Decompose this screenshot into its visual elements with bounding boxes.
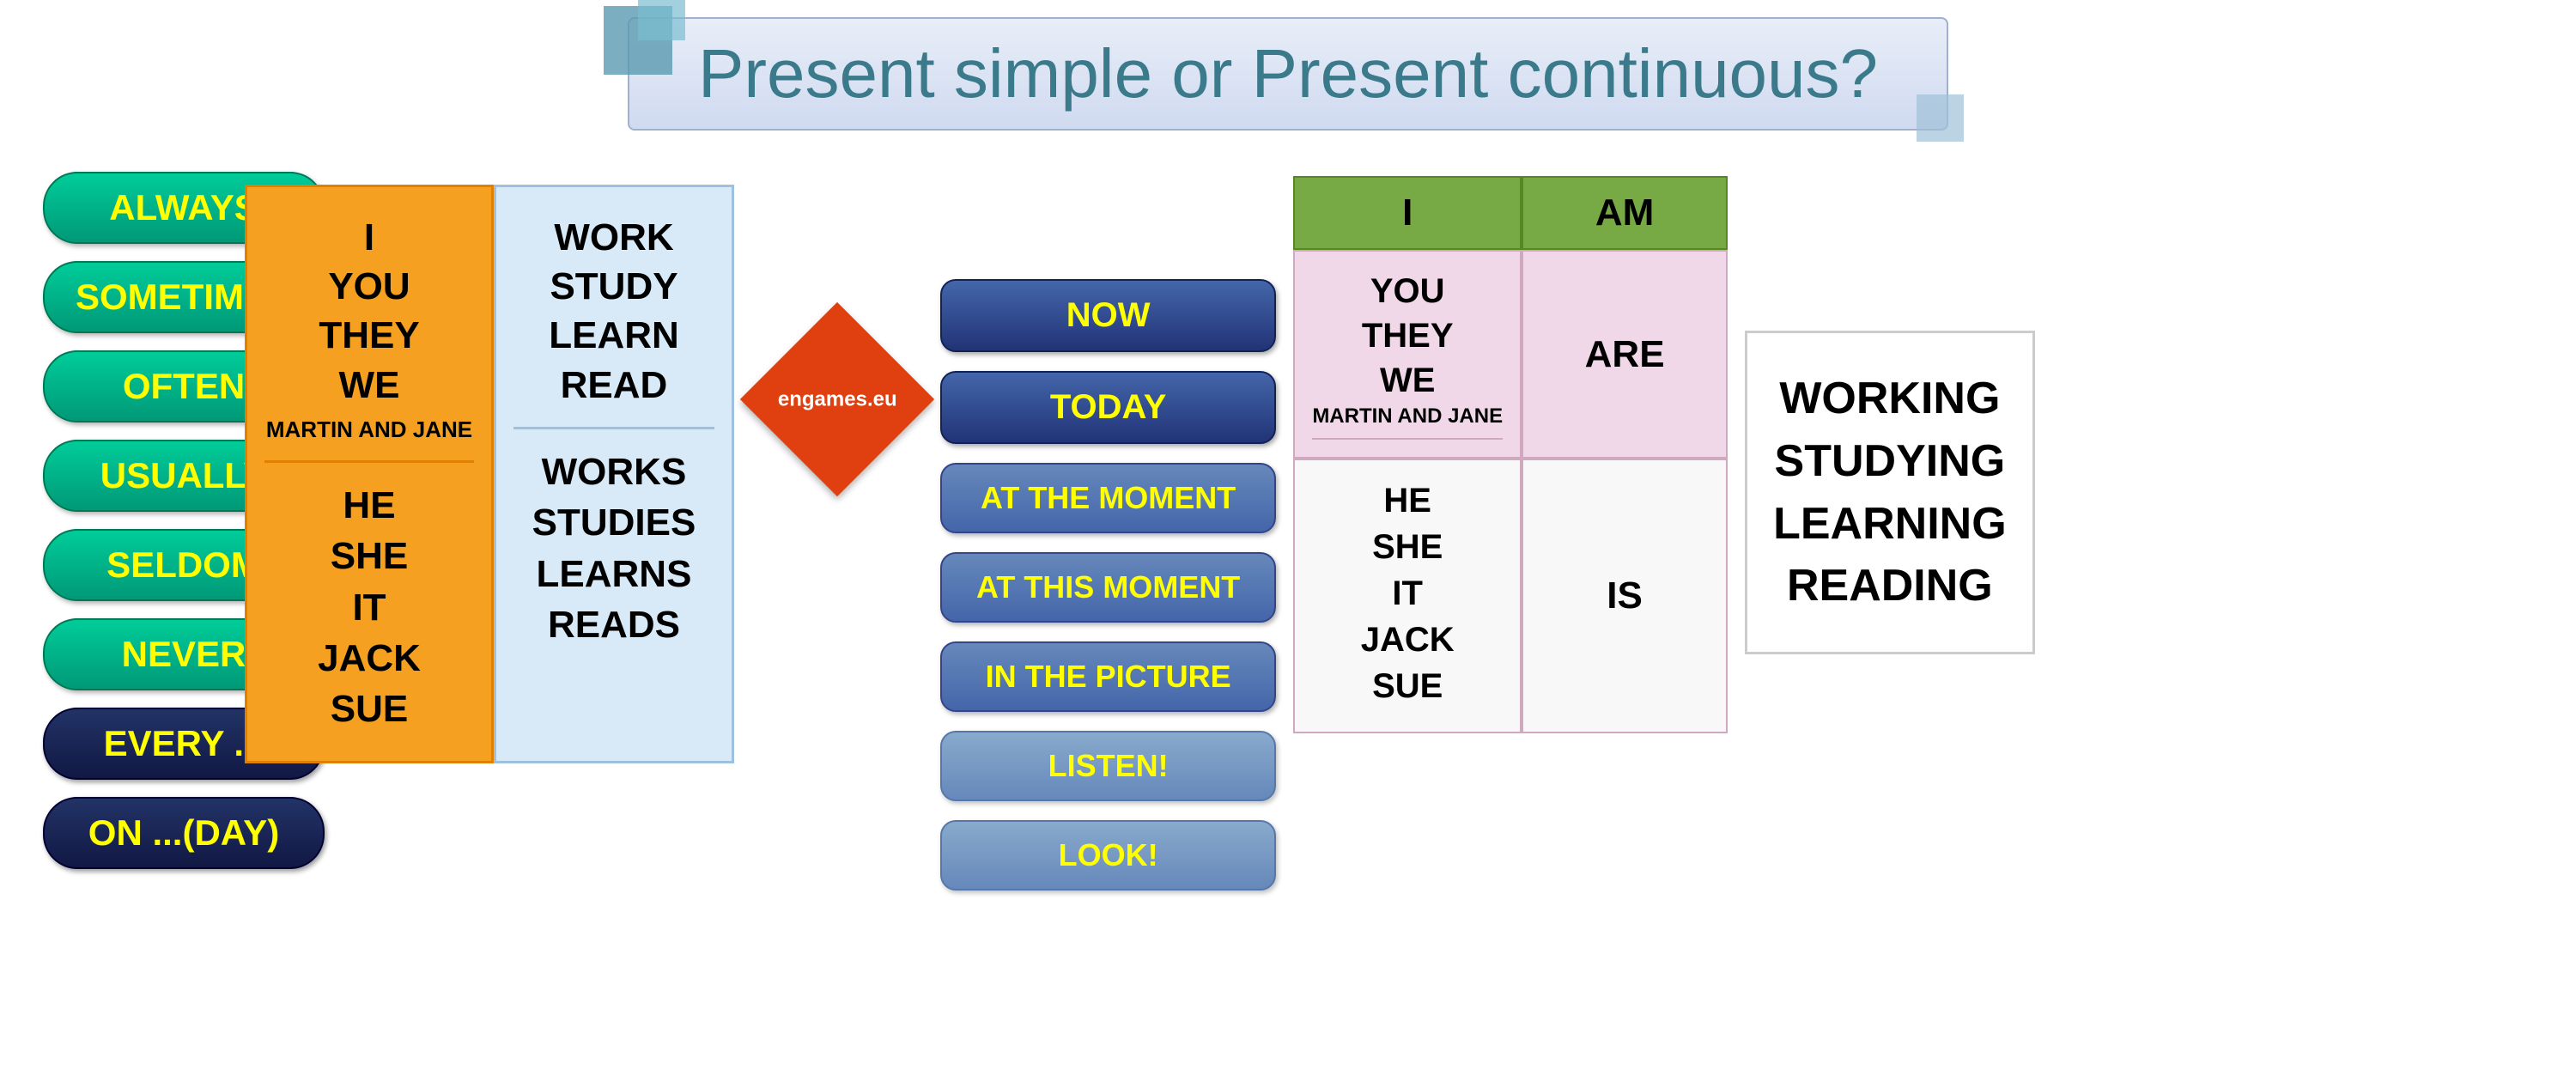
- title-deco2: [638, 0, 685, 40]
- verbs-box: WORK STUDY LEARN READ WORKS STUDIES LEAR…: [494, 185, 734, 763]
- cont-col-subjects: I YOU THEY WE MARTIN AND JANE HE SHE IT …: [1293, 176, 1522, 733]
- verbs-bottom: WORKS STUDIES LEARNS READS: [532, 447, 696, 651]
- cont-header-am: AM: [1522, 176, 1728, 250]
- btn-today[interactable]: TODAY: [940, 371, 1276, 444]
- diamond-shape: engames.eu: [740, 302, 934, 496]
- title-container: Present simple or Present continuous?: [129, 17, 2447, 131]
- subjects-top: I YOU THEY WE: [319, 213, 419, 410]
- title-box: Present simple or Present continuous?: [628, 17, 1948, 131]
- continuous-table: I YOU THEY WE MARTIN AND JANE HE SHE IT …: [1293, 176, 1728, 733]
- diamond-text: engames.eu: [778, 387, 897, 411]
- present-simple-section: I YOU THEY WE MARTIN AND JANE HE SHE IT …: [245, 185, 734, 763]
- subjects-box: I YOU THEY WE MARTIN AND JANE HE SHE IT …: [245, 185, 494, 763]
- subjects-martin-jane: MARTIN AND JANE: [266, 416, 472, 443]
- btn-now[interactable]: NOW: [940, 279, 1276, 352]
- btn-at-the-moment[interactable]: AT THE MOMENT: [940, 463, 1276, 533]
- cont-cell-bottom-subjects: HE SHE IT JACK SUE: [1293, 459, 1522, 733]
- title-deco3: [1917, 94, 1964, 142]
- cont-martin-jane: MARTIN AND JANE: [1312, 403, 1503, 429]
- cont-header-i: I: [1293, 176, 1522, 250]
- cont-cell-is: IS: [1522, 459, 1728, 733]
- btn-at-this-moment[interactable]: AT THIS MOMENT: [940, 552, 1276, 623]
- subjects-bottom: HE SHE IT JACK SUE: [318, 480, 421, 735]
- cont-cell-top-subjects: YOU THEY WE MARTIN AND JANE: [1293, 250, 1522, 459]
- page-title: Present simple or Present continuous?: [698, 35, 1878, 112]
- right-verbs-box: WORKING STUDYING LEARNING READING: [1745, 331, 2035, 654]
- btn-look[interactable]: LOOK!: [940, 820, 1276, 891]
- time-expressions: NOW TODAY AT THE MOMENT AT THIS MOMENT I…: [940, 279, 1276, 891]
- subjects-divider: [264, 460, 474, 463]
- diamond-container: engames.eu: [751, 313, 923, 485]
- verbs-divider: [513, 427, 714, 429]
- cont-cell-are: ARE: [1522, 250, 1728, 459]
- btn-in-the-picture[interactable]: IN THE PICTURE: [940, 641, 1276, 712]
- cont-cell-divider: [1312, 438, 1503, 440]
- right-verbs-text: WORKING STUDYING LEARNING READING: [1773, 368, 2007, 617]
- verbs-top: WORK STUDY LEARN READ: [549, 213, 679, 410]
- btn-listen[interactable]: LISTEN!: [940, 731, 1276, 801]
- cont-col-verbs: AM ARE IS: [1522, 176, 1728, 733]
